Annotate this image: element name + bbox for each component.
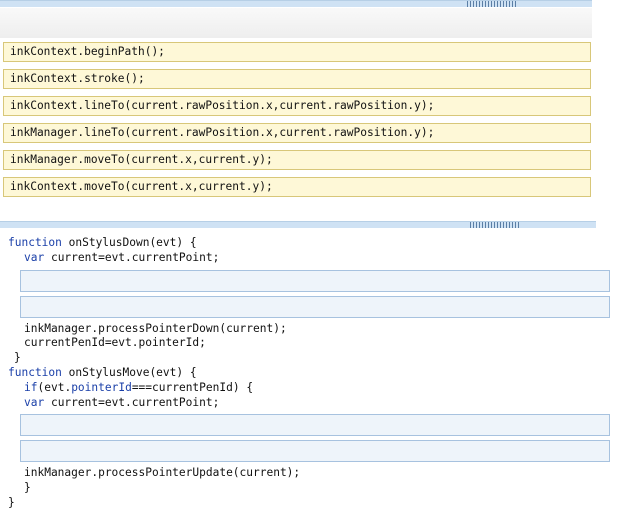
drop-target-slot[interactable] — [20, 269, 610, 292]
code-line: if(evt.pointerId===currentPenId) { — [8, 381, 614, 396]
code-line: function onStylusMove(evt) { — [8, 366, 614, 381]
keyword: var — [24, 395, 45, 409]
snippet-list: inkContext.beginPath(); inkContext.strok… — [3, 42, 591, 204]
code-line: function onStylusDown(evt) { — [8, 236, 614, 251]
code-text: } — [8, 495, 15, 509]
code-text: ===currentPenId) { — [131, 380, 254, 394]
code-text: inkManager.processPointerDown(current); — [24, 321, 287, 335]
top-panel-bar — [0, 0, 592, 7]
code-text: } — [24, 481, 31, 495]
code-text: onStylusDown(evt) { — [61, 236, 197, 249]
snippet-item[interactable]: inkContext.stroke(); — [3, 69, 591, 89]
code-text: inkManager.processPointerUpdate(current)… — [24, 466, 301, 480]
snippet-item[interactable]: inkManager.moveTo(current.x,current.y); — [3, 150, 591, 170]
code-text: current=evt.currentPoint; — [44, 395, 220, 409]
code-line: var current=evt.currentPoint; — [8, 251, 614, 266]
code-line: var current=evt.currentPoint; — [8, 396, 614, 411]
code-line: inkManager.processPointerUpdate(current)… — [8, 466, 614, 481]
top-resize-grip[interactable] — [467, 1, 517, 7]
middle-panel-bar — [0, 221, 596, 228]
snippet-item[interactable]: inkContext.beginPath(); — [3, 42, 591, 62]
code-text: } — [14, 351, 21, 365]
code-text: evt. — [44, 380, 72, 394]
keyword: pointerId — [71, 380, 132, 394]
snippet-shelf-header — [0, 8, 592, 38]
snippet-item[interactable]: inkContext.lineTo(current.rawPosition.x,… — [3, 96, 591, 116]
code-line: inkManager.processPointerDown(current); — [8, 322, 614, 337]
code-text: onStylusMove(evt) { — [61, 365, 197, 379]
code-text: currentPenId=evt.pointerId; — [24, 336, 206, 350]
middle-resize-grip[interactable] — [470, 222, 520, 228]
drop-target-slot[interactable] — [20, 295, 610, 318]
code-line: currentPenId=evt.pointerId; — [8, 336, 614, 351]
drop-target-slot[interactable] — [20, 440, 610, 463]
code-editor: function onStylusDown(evt) { var current… — [8, 236, 614, 511]
code-line: } — [8, 481, 614, 496]
snippet-item[interactable]: inkManager.lineTo(current.rawPosition.x,… — [3, 123, 591, 143]
keyword: function — [8, 236, 62, 249]
keyword: var — [24, 250, 45, 264]
keyword: if — [24, 380, 38, 394]
code-line: } — [8, 496, 614, 511]
snippet-item[interactable]: inkContext.moveTo(current.x,current.y); — [3, 177, 591, 197]
code-text: current=evt.currentPoint; — [44, 250, 220, 264]
drop-target-slot[interactable] — [20, 414, 610, 437]
keyword: function — [8, 365, 62, 379]
code-line: } — [8, 351, 614, 366]
